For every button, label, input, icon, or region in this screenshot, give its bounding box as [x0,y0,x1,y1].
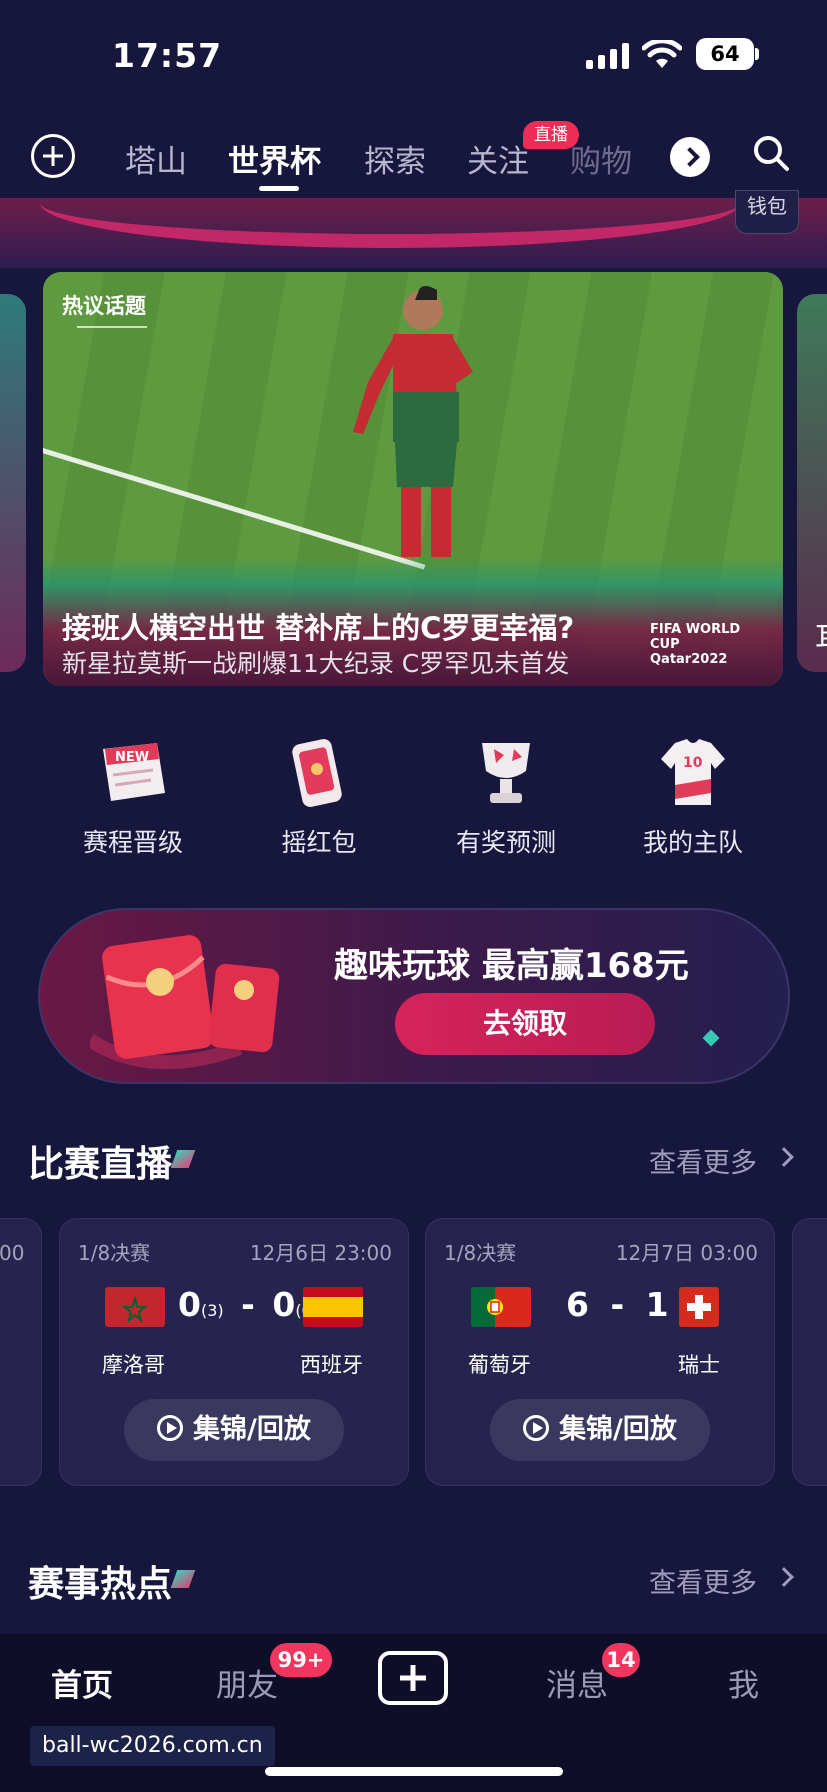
portugal-flag-icon [471,1287,531,1327]
more-tabs-arrow-icon[interactable] [670,137,710,177]
home-team: 葡萄牙 [468,1353,531,1377]
highlights-replay-button[interactable]: 集锦/回放 [490,1399,710,1461]
tab-shopping[interactable]: 购物 [570,136,632,181]
replay-label: 集锦/回放 [193,1414,311,1445]
home-indicator[interactable] [265,1767,563,1776]
tab-follow[interactable]: 关注 [467,136,529,181]
banner-top-decoration [0,198,827,268]
quick-action-label: 有奖预测 [455,828,556,857]
svg-text:10: 10 [683,755,703,771]
site-watermark: ball-wc2026.com.cn [30,1726,275,1766]
quick-action-label: 摇红包 [281,828,357,857]
hero-subtitle: 新星拉莫斯一战刷爆11大纪录 C罗罕见未首发 [62,649,570,678]
tab-me[interactable]: 我 [728,1660,759,1705]
match-card-next[interactable] [792,1218,827,1486]
tab-tashan[interactable]: 塔山 [125,136,187,181]
tab-world-cup[interactable]: 世界杯 [228,136,321,181]
quick-action-prediction[interactable]: 有奖预测 [446,735,566,859]
highlights-replay-button[interactable]: 集锦/回放 [124,1399,344,1461]
active-tab-indicator [259,186,299,191]
home-score: 6 [566,1285,589,1324]
home-team: 摩洛哥 [102,1353,165,1377]
friends-badge: 99+ [270,1643,332,1677]
play-icon [523,1415,550,1441]
new-schedule-icon: NEW [93,735,173,811]
match-card[interactable]: 1/8决赛 12月6日 23:00 0(3) - 0(0) 摩洛哥 西班牙 集锦… [59,1218,409,1486]
quick-action-label: 我的主队 [642,828,743,857]
player-image [353,286,473,557]
morocco-flag-icon [105,1287,165,1327]
tab-explore[interactable]: 探索 [364,136,426,181]
search-icon[interactable] [752,134,790,172]
hot-see-more-link[interactable]: 查看更多 [649,1561,757,1600]
hot-section-title: 赛事热点 [28,1564,173,1605]
away-team: 瑞士 [678,1353,720,1377]
status-time: 17:57 [112,36,223,75]
away-score: 1 [645,1285,669,1324]
quick-action-my-team[interactable]: 10 我的主队 [633,735,753,859]
away-team: 西班牙 [300,1353,363,1377]
home-penalty: (3) [200,1301,224,1320]
section-accent-mark [170,1570,196,1588]
match-stage: 1/8决赛 [444,1241,517,1265]
live-section-title: 比赛直播 [28,1144,173,1185]
match-time: 12月6日 23:00 [249,1241,392,1265]
svg-text:NEW: NEW [115,750,149,765]
cellular-signal-icon [586,43,629,69]
chevron-right-icon[interactable] [774,1147,794,1167]
promo-title: 趣味玩球 最高赢168元 [334,946,689,986]
claim-button[interactable]: 去领取 [395,993,655,1055]
hot-topic-tag: 热议话题 [62,294,146,318]
match-card-prev[interactable]: 00 [0,1218,42,1486]
wifi-icon [642,40,682,68]
match-time: 12月7日 03:00 [615,1241,758,1265]
spain-flag-icon [303,1287,363,1327]
quick-action-red-envelope[interactable]: 摇红包 [259,735,379,859]
add-circle-icon[interactable] [31,134,75,178]
live-see-more-link[interactable]: 查看更多 [649,1141,757,1180]
tab-friends[interactable]: 朋友 [216,1660,278,1705]
red-envelope-illustration [90,935,280,1070]
carousel-next-card[interactable]: 耳 [797,294,827,672]
tab-home[interactable]: 首页 [51,1660,113,1705]
chevron-right-icon[interactable] [774,1567,794,1587]
hero-title[interactable]: 接班人横空出世 替补席上的C罗更幸福? [62,605,574,647]
next-card-peek-text: 耳 [815,616,827,656]
shake-red-envelope-icon [279,735,359,811]
battery-tip [755,48,759,60]
away-score: 0 [272,1285,296,1324]
tag-underline [77,326,147,328]
quick-action-label: 赛程晋级 [82,828,183,857]
prev-card-peek-text: 00 [0,1241,25,1265]
battery-indicator: 64 [696,38,754,70]
wallet-button[interactable]: 钱包 [735,190,799,234]
fifa-world-cup-logo: FIFA WORLD CUP Qatar2022 [650,622,741,667]
match-score: 0(3) - 0(0) [178,1285,318,1324]
tab-messages[interactable]: 消息 [546,1660,608,1705]
home-score: 0 [178,1285,201,1324]
jersey-icon: 10 [653,735,733,811]
replay-label: 集锦/回放 [559,1414,677,1445]
trophy-icon [466,735,546,811]
messages-badge: 14 [602,1643,640,1677]
quick-action-schedule[interactable]: NEW 赛程晋级 [73,735,193,859]
carousel-prev-card[interactable] [0,294,26,672]
match-score: 6 - 1 [566,1285,669,1324]
create-post-icon[interactable] [378,1651,448,1705]
play-icon [157,1415,184,1441]
switzerland-flag-icon [679,1287,719,1327]
match-card[interactable]: 1/8决赛 12月7日 03:00 6 - 1 葡萄牙 瑞士 集锦/回放 [425,1218,775,1486]
match-stage: 1/8决赛 [78,1241,151,1265]
section-accent-mark [170,1150,196,1168]
